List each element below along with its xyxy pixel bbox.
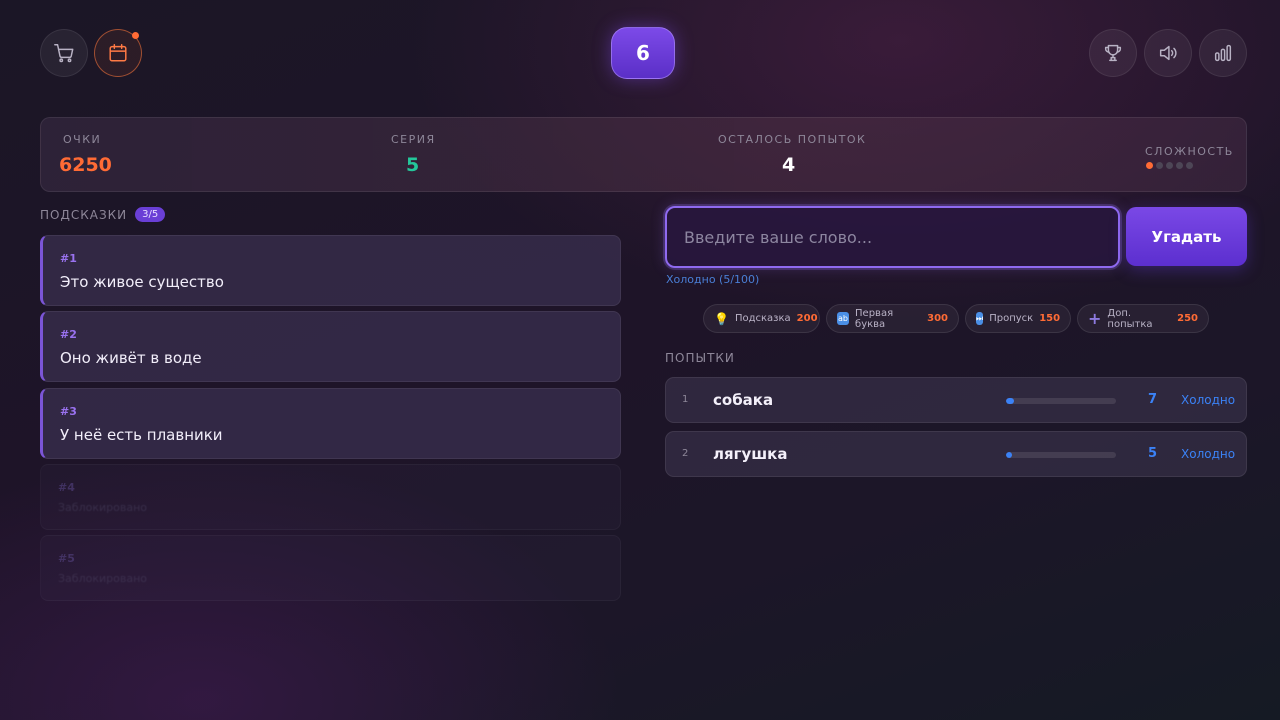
difficulty-dot: [1146, 162, 1153, 169]
similarity-bar-fill: [1006, 452, 1012, 458]
hints-title: ПОДСКАЗКИ: [40, 207, 128, 222]
level-badge: 6: [611, 27, 675, 79]
plus-icon: +: [1088, 308, 1102, 328]
similarity-bar-fill: [1006, 398, 1014, 404]
powerup-label: Пропуск: [989, 313, 1034, 324]
powerup-hint-button[interactable]: 💡 Подсказка 200: [703, 304, 820, 333]
powerup-cost: 250: [1177, 313, 1198, 324]
hint-number: #3: [60, 405, 77, 418]
hints-counter-badge: 3/5: [135, 207, 166, 222]
difficulty-indicator: [1146, 162, 1193, 169]
attempt-temperature: Холодно: [1181, 393, 1236, 407]
hint-card-4-locked: #4 Заблокировано: [40, 464, 621, 530]
similarity-bar: [1006, 452, 1116, 458]
powerup-skip-button[interactable]: ⏭ Пропуск 150: [965, 304, 1071, 333]
stats-panel: ОЧКИ 6250 СЕРИЯ 5 ОСТАЛОСЬ ПОПЫТОК 4 СЛО…: [40, 117, 1247, 192]
attempt-word: собака: [713, 391, 774, 409]
statistics-button[interactable]: [1199, 29, 1247, 77]
hint-text: У неё есть плавники: [60, 426, 223, 444]
difficulty-dot: [1166, 162, 1173, 169]
attempt-score: 5: [1148, 446, 1158, 461]
calendar-icon: [109, 44, 127, 62]
attempts-left-label: ОСТАЛОСЬ ПОПЫТОК: [718, 133, 867, 146]
skip-icon: ⏭: [976, 312, 984, 325]
notification-dot: [132, 32, 139, 39]
hint-number: #2: [60, 328, 77, 341]
powerup-extra-attempt-button[interactable]: + Доп. попытка 250: [1077, 304, 1209, 333]
attempt-temperature: Холодно: [1181, 447, 1236, 461]
hint-card-3: #3 У неё есть плавники: [40, 388, 621, 459]
powerup-label: Первая буква: [855, 307, 894, 330]
hint-text: Заблокировано: [58, 572, 147, 585]
attempts-title: ПОПЫТКИ: [665, 351, 735, 365]
powerup-cost: 150: [1039, 313, 1061, 324]
hint-text: Это живое существо: [60, 273, 224, 291]
attempt-row: 2 лягушка 5 Холодно: [665, 431, 1247, 477]
powerup-label: Доп. попытка: [1107, 307, 1153, 330]
difficulty-dot: [1176, 162, 1183, 169]
first-letter-icon: ab: [837, 312, 850, 325]
streak-value: 5: [406, 154, 420, 176]
sound-icon: [1159, 45, 1177, 61]
difficulty-dot: [1186, 162, 1193, 169]
attempt-score: 7: [1148, 392, 1158, 407]
hint-card-5-locked: #5 Заблокировано: [40, 535, 621, 601]
hint-number: #4: [58, 481, 75, 494]
difficulty-dot: [1156, 162, 1163, 169]
powerup-first-letter-button[interactable]: ab Первая буква 300: [826, 304, 959, 333]
difficulty-label: СЛОЖНОСТЬ: [1145, 145, 1234, 158]
cart-button[interactable]: [40, 29, 88, 77]
daily-calendar-button[interactable]: [94, 29, 142, 77]
temperature-note: Холодно (5/100): [666, 273, 760, 286]
lightbulb-icon: 💡: [714, 311, 729, 326]
cart-icon: [54, 44, 74, 63]
hint-card-1: #1 Это живое существо: [40, 235, 621, 306]
attempt-row: 1 собака 7 Холодно: [665, 377, 1247, 423]
leaderboard-button[interactable]: [1089, 29, 1137, 77]
trophy-icon: [1104, 44, 1122, 62]
powerup-cost: 200: [796, 313, 818, 324]
hint-number: #5: [58, 552, 75, 565]
hint-number: #1: [60, 252, 77, 265]
powerup-cost: 300: [927, 313, 948, 324]
attempt-index: 2: [682, 448, 689, 459]
score-value: 6250: [59, 154, 112, 176]
sound-button[interactable]: [1144, 29, 1192, 77]
attempt-index: 1: [682, 394, 689, 405]
attempts-left-value: 4: [782, 154, 796, 176]
hint-text: Оно живёт в воде: [60, 349, 202, 367]
similarity-bar: [1006, 398, 1116, 404]
score-label: ОЧКИ: [63, 133, 102, 146]
guess-button[interactable]: Угадать: [1126, 207, 1247, 266]
stats-icon: [1214, 44, 1232, 62]
powerup-label: Подсказка: [734, 313, 791, 324]
attempt-word: лягушка: [713, 445, 788, 463]
hints-header: ПОДСКАЗКИ 3/5: [40, 207, 166, 222]
streak-label: СЕРИЯ: [391, 133, 436, 146]
hint-text: Заблокировано: [58, 501, 147, 514]
hint-card-2: #2 Оно живёт в воде: [40, 311, 621, 382]
word-input[interactable]: [665, 206, 1120, 268]
